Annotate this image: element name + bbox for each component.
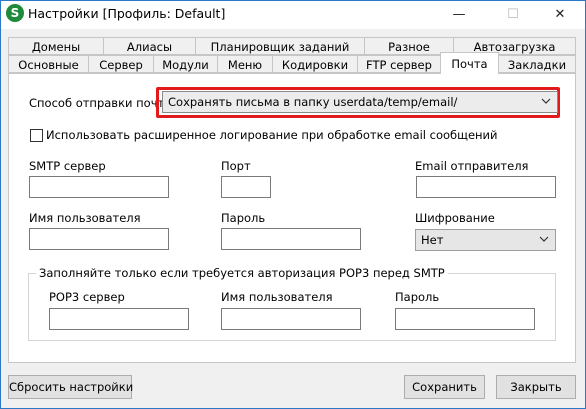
tab-menu[interactable]: Меню (217, 55, 273, 73)
pop3-server-label: POP3 сервер (49, 290, 125, 304)
close-window-button[interactable]: ✕ (537, 1, 583, 29)
port-input[interactable] (221, 176, 271, 198)
reset-settings-button[interactable]: Сбросить настройки (8, 375, 133, 399)
chevron-down-icon (539, 236, 549, 242)
send-mode-value: Сохранять письма в папку userdata/temp/e… (168, 95, 458, 109)
encryption-select[interactable]: Нет (415, 229, 556, 251)
encryption-value: Нет (421, 233, 444, 247)
close-button[interactable]: Закрыть (496, 375, 576, 399)
username-input[interactable] (29, 228, 169, 250)
app-logo-icon: S (6, 4, 24, 22)
pop3-username-input[interactable] (221, 308, 361, 330)
tab-server[interactable]: Сервер (88, 55, 154, 73)
tab-aliases[interactable]: Алиасы (103, 37, 196, 55)
username-label: Имя пользователя (29, 211, 141, 225)
sender-email-input[interactable] (416, 176, 556, 198)
tab-main[interactable]: Основные (8, 55, 89, 73)
pop3-server-input[interactable] (49, 308, 189, 330)
tab-encodings[interactable]: Кодировки (272, 55, 358, 73)
tab-modules[interactable]: Модули (153, 55, 218, 73)
pop3-password-label: Пароль (395, 290, 440, 304)
tab-scheduler[interactable]: Планировщик заданий (195, 37, 365, 55)
encryption-label: Шифрование (415, 211, 495, 225)
tab-mail[interactable]: Почта (440, 52, 499, 74)
smtp-server-label: SMTP сервер (29, 159, 106, 173)
window-title: Настройки [Профиль: Default] (28, 6, 226, 21)
maximize-button[interactable]: ☐ (490, 1, 536, 29)
tab-bookmarks[interactable]: Закладки (498, 55, 576, 73)
tab-ftp-server[interactable]: FTP сервер (357, 55, 441, 73)
pop3-username-label: Имя пользователя (221, 290, 333, 304)
extended-logging-checkbox[interactable] (30, 129, 43, 142)
minimize-button[interactable]: — (436, 1, 482, 29)
send-mode-select[interactable]: Сохранять письма в папку userdata/temp/e… (162, 91, 558, 113)
send-mode-label: Способ отправки почты: (29, 96, 178, 110)
tab-domains[interactable]: Домены (8, 37, 104, 55)
password-input[interactable] (221, 228, 361, 250)
save-button[interactable]: Сохранить (404, 375, 485, 399)
pop3-group-title: Заполняйте только если требуется авториз… (36, 266, 448, 280)
chevron-down-icon (541, 98, 551, 104)
extended-logging-label: Использовать расширенное логирование при… (46, 128, 498, 142)
smtp-server-input[interactable] (29, 176, 169, 198)
password-label: Пароль (221, 211, 266, 225)
port-label: Порт (221, 159, 251, 173)
pop3-password-input[interactable] (395, 308, 535, 330)
sender-email-label: Email отправителя (415, 159, 529, 173)
pop3-group-box (28, 273, 556, 341)
